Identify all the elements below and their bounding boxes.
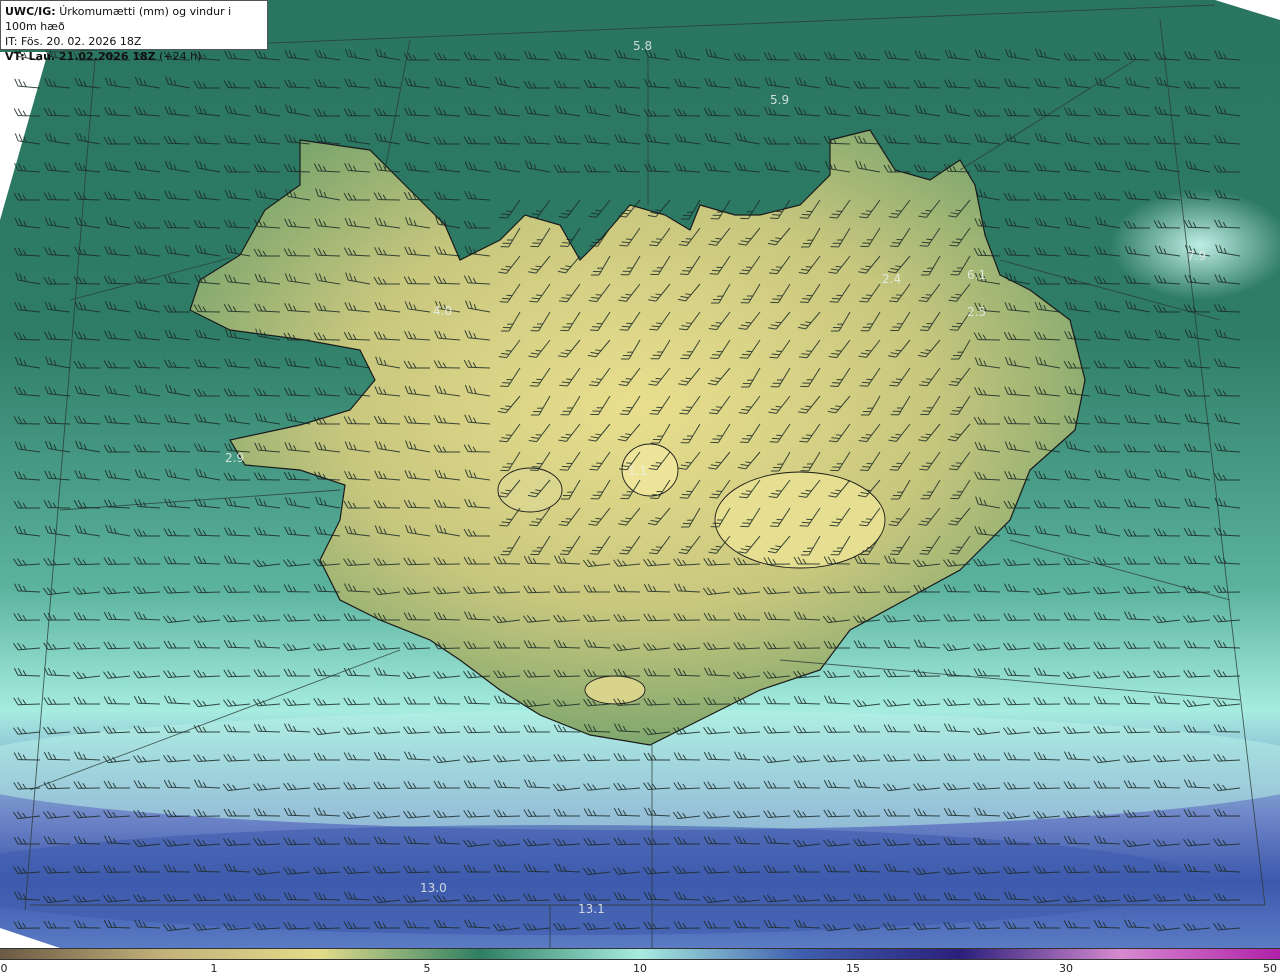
value-label: 13.1: [578, 902, 605, 916]
colorbar: 0 1 5 10 15 30 50: [0, 948, 1280, 978]
colorbar-tick: 50: [1263, 962, 1277, 975]
value-label: 2.9: [225, 451, 244, 465]
colorbar-tick: 1: [210, 962, 218, 975]
valid-time-line: VT: Lau. 21.02.2026 18Z (+24 h): [5, 49, 263, 64]
glacier-vatnajokull: [714, 471, 886, 569]
valid-time: VT: Lau. 21.02.2026 18Z: [5, 50, 156, 63]
value-label: 2.5: [967, 305, 986, 319]
value-label: 7.9: [1187, 249, 1206, 263]
colorbar-tick: 0: [0, 962, 8, 975]
map-header-box: UWC/IG: Úrkomumætti (mm) og vindur i 100…: [0, 0, 268, 63]
model-label: UWC/IG:: [5, 5, 56, 18]
value-label: 4.0: [433, 304, 452, 318]
value-label: 5.8: [633, 39, 652, 53]
forecast-map: 5.8 5.9 7.9 6.1 2.4 2.5 4.0 2.9 1.1 13.0…: [0, 0, 1280, 948]
value-label: 2.4: [882, 272, 901, 286]
colorbar-tick: 30: [1059, 962, 1073, 975]
colorbar-strip: [0, 948, 1280, 960]
value-label: 13.0: [420, 881, 447, 895]
lead-time: (+24 h): [159, 50, 202, 63]
colorbar-tick: 15: [846, 962, 860, 975]
colorbar-tick: 5: [423, 962, 431, 975]
glacier-myrdalsjokull: [584, 675, 646, 705]
value-label: 1.1: [628, 464, 647, 478]
value-label: 6.1: [967, 268, 986, 282]
colorbar-tick: 10: [633, 962, 647, 975]
title-line: UWC/IG: Úrkomumætti (mm) og vindur i 100…: [5, 4, 263, 34]
value-label: 5.9: [770, 93, 789, 107]
initial-time: IT: Fös. 20. 02. 2026 18Z: [5, 35, 142, 48]
